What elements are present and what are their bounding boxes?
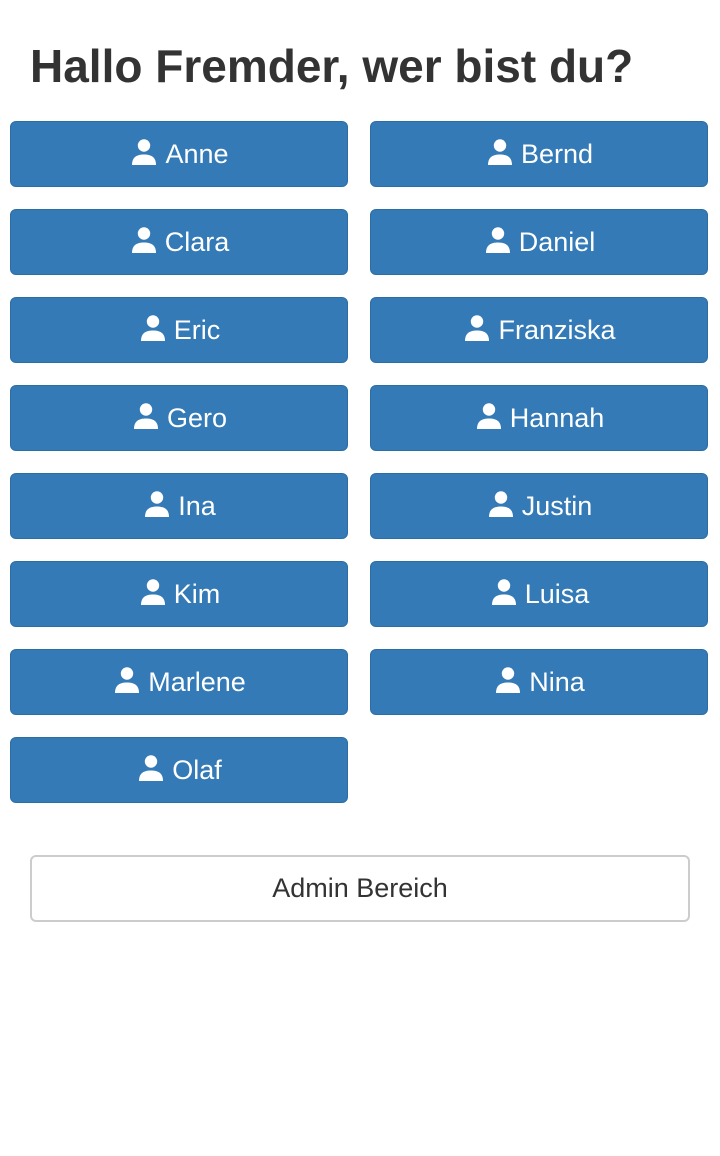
user-icon [138,313,168,343]
user-icon [136,753,166,783]
user-icon [138,577,168,607]
user-button-label: Marlene [148,666,246,697]
user-button-label: Ina [178,490,216,521]
user-button-nina[interactable]: Nina [370,649,708,715]
user-button-label: Daniel [518,226,596,257]
user-icon [493,665,523,695]
user-button-gero[interactable]: Gero [10,385,348,451]
page-title: Hallo Fremder, wer bist du? [30,40,634,92]
user-button-hannah[interactable]: Hannah [370,385,708,451]
user-button-label: Franziska [498,314,616,345]
user-button-daniel[interactable]: Daniel [370,209,708,275]
user-icon [474,401,504,431]
user-icon [112,665,142,695]
user-button-label: Eric [173,314,221,345]
user-button-label: Nina [529,666,585,697]
user-button-anne[interactable]: Anne [10,121,348,187]
user-button-ina[interactable]: Ina [10,473,348,539]
user-button-clara[interactable]: Clara [10,209,348,275]
user-button-label: Olaf [172,754,222,785]
admin-area-label: Admin Bereich [272,873,448,903]
user-button-label: Luisa [524,578,590,609]
user-button-olaf[interactable]: Olaf [10,737,348,803]
user-icon [485,137,515,167]
user-button-marlene[interactable]: Marlene [10,649,348,715]
user-button-label: Justin [521,490,593,521]
user-icon [142,489,172,519]
user-button-franziska[interactable]: Franziska [370,297,708,363]
user-icon [131,401,161,431]
user-icon [483,225,513,255]
user-icon [462,313,492,343]
user-button-label: Bernd [520,138,594,169]
user-button-label: Anne [165,138,229,169]
user-button-label: Gero [166,402,228,433]
user-button-label: Hannah [509,402,605,433]
user-button-label: Clara [164,226,230,257]
user-button-bernd[interactable]: Bernd [370,121,708,187]
user-button-kim[interactable]: Kim [10,561,348,627]
admin-area-button[interactable]: Admin Bereich [30,855,690,922]
user-icon [129,137,159,167]
user-icon [129,225,159,255]
user-icon [486,489,516,519]
user-button-label: Kim [173,578,221,609]
user-button-justin[interactable]: Justin [370,473,708,539]
user-icon [489,577,519,607]
user-button-luisa[interactable]: Luisa [370,561,708,627]
user-button-eric[interactable]: Eric [10,297,348,363]
